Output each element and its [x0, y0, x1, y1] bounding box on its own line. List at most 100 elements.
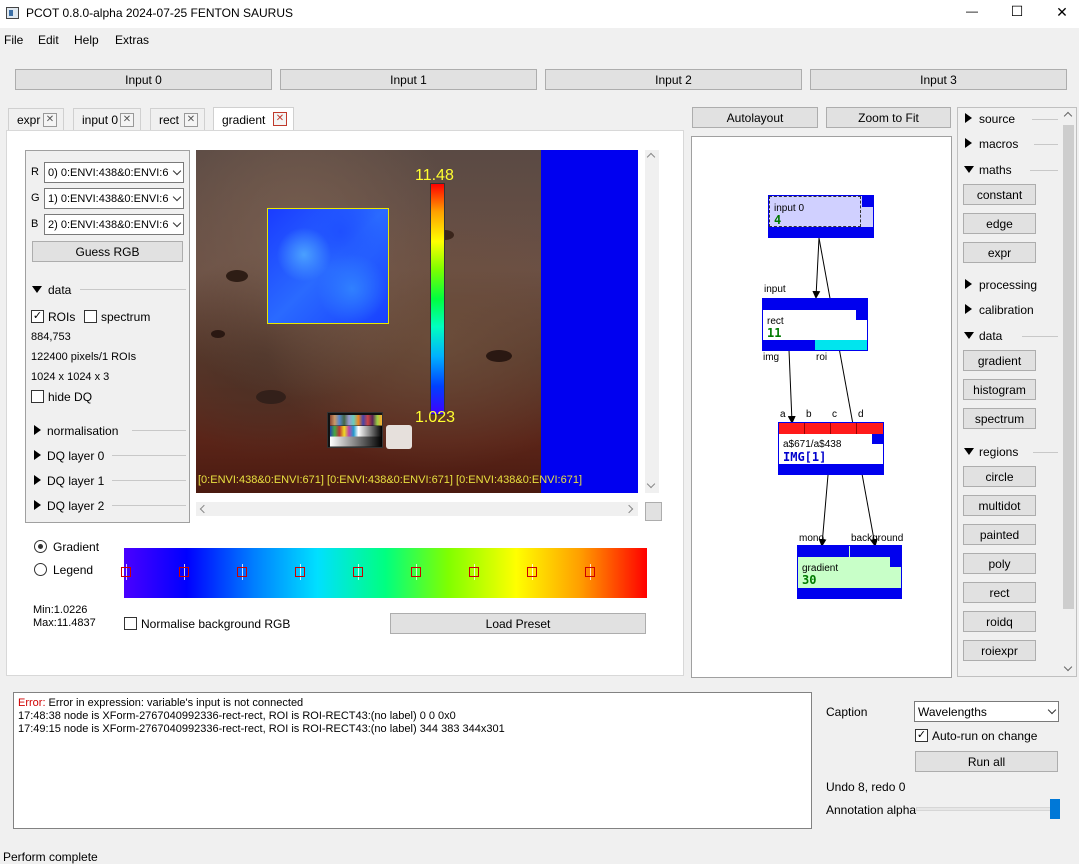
input-port-c[interactable] [831, 423, 857, 434]
expand-icon[interactable] [964, 332, 974, 339]
palette-multidot-button[interactable]: multidot [963, 495, 1036, 516]
expand-icon[interactable] [34, 475, 41, 485]
tab-expr[interactable]: expr ✕ [8, 108, 64, 130]
gradient-stop-marker[interactable] [237, 567, 247, 577]
close-icon[interactable]: ✕ [43, 113, 57, 127]
expand-icon[interactable] [965, 304, 972, 314]
hide-dq-checkbox[interactable] [31, 390, 44, 403]
mono-input-port[interactable] [798, 546, 850, 557]
gradient-stop-marker[interactable] [469, 567, 479, 577]
input-1-button[interactable]: Input 1 [280, 69, 537, 90]
scroll-corner-button[interactable] [645, 502, 662, 521]
dq-layer-1-section[interactable]: DQ layer 1 [47, 474, 104, 488]
caption-select[interactable]: Wavelengths [914, 701, 1059, 722]
scroll-thumb[interactable] [1063, 125, 1074, 609]
dq-layer-0-section[interactable]: DQ layer 0 [47, 449, 104, 463]
palette-scrollbar[interactable] [1061, 108, 1076, 676]
input-port-d[interactable] [857, 423, 883, 434]
palette-group-source[interactable]: source [979, 112, 1015, 126]
palette-group-regions[interactable]: regions [979, 445, 1018, 459]
gradient-editor[interactable] [121, 548, 647, 598]
expr-node[interactable]: a$671/a$438 IMG[1] [778, 422, 884, 475]
dq-layer-2-section[interactable]: DQ layer 2 [47, 499, 104, 513]
background-input-port[interactable] [850, 546, 901, 557]
palette-group-data[interactable]: data [979, 329, 1002, 343]
palette-histogram-button[interactable]: histogram [963, 379, 1036, 400]
r-channel-select[interactable]: 0) 0:ENVI:438&0:ENVI:6 [44, 162, 184, 183]
input-2-button[interactable]: Input 2 [545, 69, 802, 90]
minimize-button[interactable]: — [962, 4, 982, 18]
annotation-alpha-slider[interactable] [914, 799, 1060, 819]
palette-group-macros[interactable]: macros [979, 137, 1018, 151]
image-canvas[interactable]: 11.48 1.023 [0:ENVI:438&0:ENVI:671] [0:E… [196, 150, 638, 493]
expand-icon[interactable] [965, 113, 972, 123]
load-preset-button[interactable]: Load Preset [390, 613, 646, 634]
gradient-stop-marker[interactable] [527, 567, 537, 577]
close-icon[interactable]: ✕ [273, 112, 287, 126]
expand-icon[interactable] [964, 166, 974, 173]
palette-spectrum-button[interactable]: spectrum [963, 408, 1036, 429]
tab-input-0[interactable]: input 0 ✕ [73, 108, 141, 130]
rois-checkbox[interactable]: ✓ [31, 310, 44, 323]
b-channel-select[interactable]: 2) 0:ENVI:438&0:ENVI:6 [44, 214, 184, 235]
tab-rect[interactable]: rect ✕ [150, 108, 205, 130]
roi-gradient-region[interactable] [267, 208, 389, 324]
close-button[interactable]: ✕ [1051, 4, 1073, 21]
img-output-port[interactable] [763, 340, 815, 350]
maximize-button[interactable]: ☐ [1007, 3, 1027, 20]
palette-edge-button[interactable]: edge [963, 213, 1036, 234]
close-icon[interactable]: ✕ [120, 113, 134, 127]
spectrum-checkbox[interactable] [84, 310, 97, 323]
data-section-label[interactable]: data [48, 283, 71, 297]
node-graph-canvas[interactable]: input 0 4 input rect 11 img roi a b c d … [691, 136, 952, 678]
log-panel[interactable]: Error: Error in expression: variable's i… [13, 692, 812, 829]
input-0-button[interactable]: Input 0 [15, 69, 272, 90]
input-port-a[interactable] [779, 423, 805, 434]
g-channel-select[interactable]: 1) 0:ENVI:438&0:ENVI:6 [44, 188, 184, 209]
palette-expr-button[interactable]: expr [963, 242, 1036, 263]
zoom-to-fit-button[interactable]: Zoom to Fit [826, 107, 951, 128]
expand-icon[interactable] [34, 425, 41, 435]
autolayout-button[interactable]: Autolayout [692, 107, 818, 128]
gradient-stop-marker[interactable] [295, 567, 305, 577]
palette-circle-button[interactable]: circle [963, 466, 1036, 487]
gradient-stop-marker[interactable] [179, 567, 189, 577]
menu-extras[interactable]: Extras [115, 33, 149, 47]
gradient-stop-marker[interactable] [411, 567, 421, 577]
palette-group-calibration[interactable]: calibration [979, 303, 1034, 317]
palette-roiexpr-button[interactable]: roiexpr [963, 640, 1036, 661]
expand-icon[interactable] [34, 450, 41, 460]
roi-output-port[interactable] [815, 340, 867, 350]
expand-icon[interactable] [964, 448, 974, 455]
palette-painted-button[interactable]: painted [963, 524, 1036, 545]
run-all-button[interactable]: Run all [915, 751, 1058, 772]
palette-poly-button[interactable]: poly [963, 553, 1036, 574]
palette-group-maths[interactable]: maths [979, 163, 1012, 177]
gradient-radio[interactable] [34, 540, 47, 553]
vertical-scrollbar[interactable] [645, 150, 659, 493]
expand-icon[interactable] [34, 500, 41, 510]
input-3-button[interactable]: Input 3 [810, 69, 1067, 90]
menu-edit[interactable]: Edit [38, 33, 59, 47]
palette-gradient-button[interactable]: gradient [963, 350, 1036, 371]
gradient-stop-marker[interactable] [353, 567, 363, 577]
legend-radio[interactable] [34, 563, 47, 576]
slider-handle[interactable] [1050, 799, 1060, 819]
gradient-node[interactable]: gradient 30 [797, 545, 902, 599]
tab-gradient[interactable]: gradient ✕ [213, 107, 294, 131]
autorun-checkbox[interactable]: ✓ [915, 729, 928, 742]
input-0-node[interactable]: input 0 4 [768, 195, 874, 238]
normalisation-section[interactable]: normalisation [47, 424, 118, 438]
input-port-b[interactable] [805, 423, 831, 434]
palette-constant-button[interactable]: constant [963, 184, 1036, 205]
rect-node[interactable]: rect 11 [762, 298, 868, 351]
expand-icon[interactable] [965, 138, 972, 148]
horizontal-scrollbar[interactable] [196, 502, 638, 516]
palette-group-processing[interactable]: processing [979, 278, 1037, 292]
close-icon[interactable]: ✕ [184, 113, 198, 127]
normalise-background-checkbox[interactable] [124, 617, 137, 630]
menu-help[interactable]: Help [74, 33, 99, 47]
gradient-stop-marker[interactable] [121, 567, 131, 577]
palette-roidq-button[interactable]: roidq [963, 611, 1036, 632]
gradient-stop-marker[interactable] [585, 567, 595, 577]
